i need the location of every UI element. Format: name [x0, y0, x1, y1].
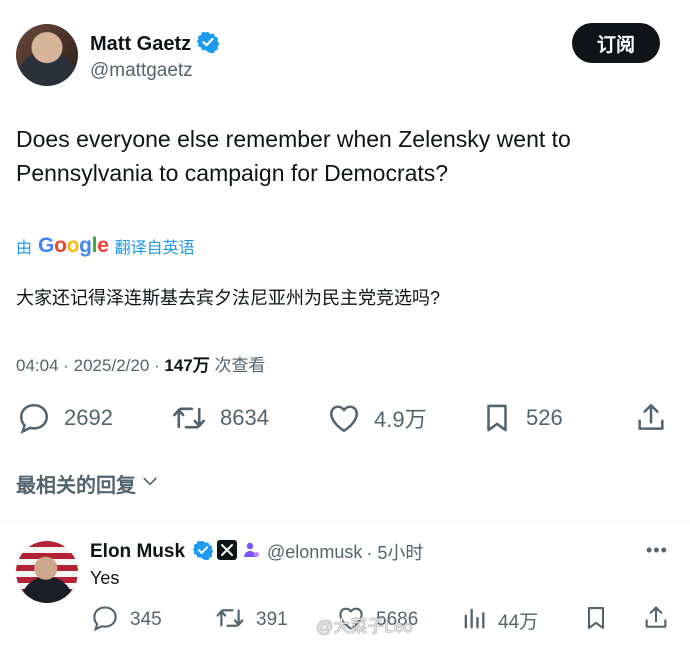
bookmark-icon[interactable] [582, 603, 610, 638]
view-count: 147万 [164, 356, 210, 375]
replies-sort-dropdown[interactable]: 最相关的回复 [16, 469, 160, 498]
author-name-row[interactable]: Matt Gaetz [90, 31, 220, 58]
retweet-count: 8634 [220, 405, 269, 430]
author-name[interactable]: Matt Gaetz [90, 33, 191, 56]
reply-time[interactable]: · 5小时 [366, 539, 423, 565]
retweet-icon[interactable] [214, 603, 246, 638]
share-action[interactable] [634, 400, 668, 436]
like-icon[interactable] [326, 400, 362, 436]
share-icon[interactable] [634, 400, 668, 436]
weibo-logo-icon [290, 613, 312, 636]
reply-text: Yes [90, 568, 120, 588]
reply-reply-count: 345 [130, 609, 162, 630]
reply-views-action[interactable]: 44万 [460, 605, 538, 635]
reply-retweet-action[interactable]: 391 [214, 605, 288, 635]
retweet-icon[interactable] [170, 400, 208, 436]
watermark-text: @大菜子Leo [316, 617, 413, 636]
reply-action[interactable]: 2692 [16, 400, 113, 436]
reply-author-name[interactable]: Elon Musk [90, 541, 185, 563]
affiliate-icon [241, 540, 261, 565]
reply-view-count: 44万 [498, 611, 539, 633]
translation-attribution[interactable]: 由 Google 翻译自英语 [16, 234, 195, 258]
reply-icon[interactable] [90, 603, 120, 638]
retweet-action[interactable]: 8634 [170, 400, 269, 436]
translate-suffix: 翻译自英语 [114, 240, 195, 257]
chevron-down-icon [140, 471, 160, 497]
tweet-meta: 04:04 · 2025/2/20 · 147万 次查看 [16, 351, 266, 376]
reply-bookmark-action[interactable] [582, 605, 610, 635]
translate-prefix: 由 [16, 240, 33, 257]
reply-reply-action[interactable]: 345 [90, 605, 162, 635]
x-logo-icon [217, 539, 238, 565]
reply-author-row[interactable]: Elon Musk @elonmusk · 5小时 [90, 539, 423, 565]
reply-retweet-count: 391 [256, 609, 288, 630]
more-icon[interactable]: ••• [646, 540, 668, 561]
reply-author-handle[interactable]: @elonmusk [267, 542, 362, 563]
like-action[interactable]: 4.9万 [326, 400, 427, 436]
avatar[interactable] [16, 24, 78, 86]
views-icon[interactable] [460, 603, 488, 638]
replies-sort-label: 最相关的回复 [16, 475, 136, 497]
bookmark-action[interactable]: 526 [480, 400, 563, 436]
verified-badge-icon [192, 540, 214, 565]
bookmark-count: 526 [526, 405, 563, 430]
divider [0, 521, 690, 522]
tweet-text-line: Does everyone else remember when Zelensk… [16, 126, 571, 152]
tweet-text-line: Pennsylvania to campaign for Democrats? [16, 160, 449, 186]
reply-avatar[interactable] [16, 541, 78, 603]
tweet-text: Does everyone else remember when Zelensk… [16, 122, 666, 190]
watermark: @大菜子Leo [290, 612, 413, 637]
share-icon[interactable] [642, 603, 670, 638]
translated-text: 大家还记得泽连斯基去宾夕法尼亚州为民主党竞选吗? [16, 288, 441, 308]
reply-count: 2692 [64, 405, 113, 430]
view-count-suffix: 次查看 [209, 356, 266, 375]
reply-share-action[interactable] [642, 605, 670, 635]
subscribe-button[interactable]: 订阅 [572, 23, 660, 63]
tweet-time[interactable]: 04:04 · 2025/2/20 · [16, 356, 164, 375]
reply-icon[interactable] [16, 400, 52, 436]
bookmark-icon[interactable] [480, 400, 514, 436]
verified-badge-icon [196, 31, 220, 58]
author-handle[interactable]: @mattgaetz [90, 60, 193, 82]
like-count: 4.9万 [374, 407, 427, 432]
google-logo: Google [38, 234, 109, 257]
